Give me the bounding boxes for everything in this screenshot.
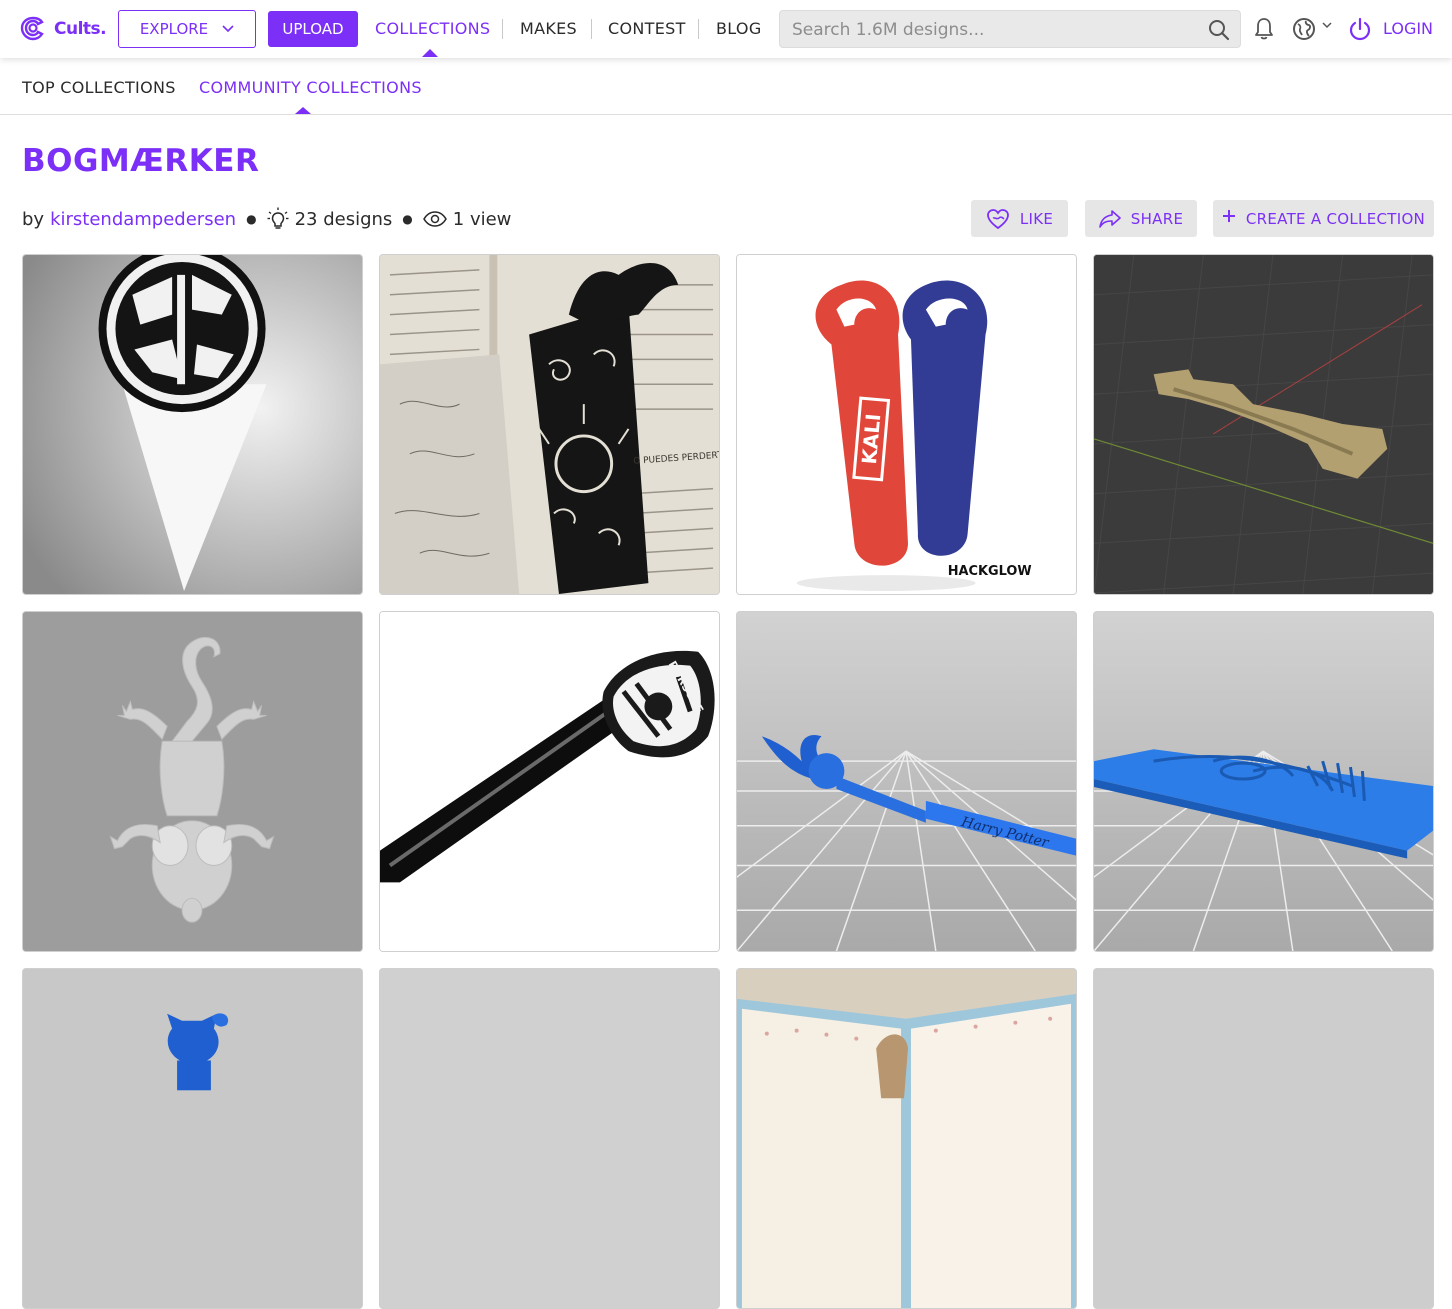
design-thumbnail xyxy=(380,969,719,1308)
design-thumbnail xyxy=(23,612,362,951)
like-button[interactable]: LIKE xyxy=(971,200,1068,237)
share-label: SHARE xyxy=(1130,209,1184,228)
like-label: LIKE xyxy=(1019,209,1054,228)
cults-logo[interactable]: Cults. xyxy=(18,15,107,43)
upload-button[interactable]: UPLOAD xyxy=(268,11,358,47)
share-button[interactable]: SHARE xyxy=(1085,200,1197,237)
search-input[interactable] xyxy=(792,18,1192,42)
design-card-lizard[interactable] xyxy=(22,611,363,952)
collections-subnav: TOP COLLECTIONS COMMUNITY COLLECTIONS xyxy=(0,58,1452,115)
nav-divider xyxy=(591,19,592,39)
design-thumbnail xyxy=(1094,255,1433,594)
chevron-down-icon xyxy=(222,25,234,33)
kali-text: KALI xyxy=(858,413,885,466)
design-thumbnail xyxy=(737,969,1076,1308)
explore-button[interactable]: EXPLORE xyxy=(118,10,256,48)
design-card-chess[interactable] xyxy=(1093,254,1434,595)
lightbulb-icon xyxy=(267,207,289,231)
login-link[interactable]: LOGIN xyxy=(1383,19,1433,38)
design-card-kali[interactable]: KALI HACKGLOW xyxy=(736,254,1077,595)
separator-dot: ● xyxy=(402,212,413,226)
bell-icon[interactable] xyxy=(1253,17,1275,41)
separator-dot: ● xyxy=(246,212,257,226)
design-card-book-page[interactable] xyxy=(736,968,1077,1309)
create-collection-label: CREATE A COLLECTION xyxy=(1245,209,1426,228)
tab-community-collections[interactable]: COMMUNITY COLLECTIONS xyxy=(199,78,422,97)
design-thumbnail: O PUEDES PERDERTE xyxy=(380,255,719,594)
power-icon[interactable] xyxy=(1349,17,1371,41)
tab-top-collections[interactable]: TOP COLLECTIONS xyxy=(22,78,176,97)
eye-icon xyxy=(422,211,447,227)
nav-makes[interactable]: MAKES xyxy=(520,19,577,38)
design-thumbnail xyxy=(23,255,362,594)
plus-icon xyxy=(1222,209,1235,222)
design-card-peacock[interactable] xyxy=(1093,611,1434,952)
explore-label: EXPLORE xyxy=(139,20,209,38)
brand-text: HACKGLOW xyxy=(948,564,1032,579)
nav-contest[interactable]: CONTEST xyxy=(608,19,686,38)
page-title: BOGMÆRKER xyxy=(22,143,260,179)
designs-count: 23 designs xyxy=(294,208,393,230)
subnav-active-indicator xyxy=(295,107,311,114)
logo-text: Cults. xyxy=(54,19,107,39)
heart-icon xyxy=(986,208,1009,229)
design-thumbnail: PORSCHE xyxy=(380,612,719,951)
top-header: Cults. EXPLORE UPLOAD COLLECTIONS MAKES … xyxy=(0,0,1452,58)
design-card-emblem[interactable] xyxy=(22,254,363,595)
nav-active-indicator xyxy=(422,49,438,57)
design-card-plain-render[interactable] xyxy=(1093,968,1434,1309)
create-collection-button[interactable]: CREATE A COLLECTION xyxy=(1213,200,1434,237)
globe-icon[interactable] xyxy=(1292,17,1316,41)
design-thumbnail: Harry Potter xyxy=(737,612,1076,951)
share-icon xyxy=(1098,209,1121,228)
nav-divider xyxy=(502,19,503,39)
search-icon[interactable] xyxy=(1208,19,1230,41)
chevron-down-icon[interactable] xyxy=(1322,22,1332,29)
author-link[interactable]: kirstendampedersen xyxy=(50,209,236,230)
design-card-wand[interactable]: Harry Potter xyxy=(736,611,1077,952)
design-card-porsche[interactable]: PORSCHE xyxy=(379,611,720,952)
nav-blog[interactable]: BLOG xyxy=(716,19,762,38)
design-card-dragon-book[interactable]: O PUEDES PERDERTE xyxy=(379,254,720,595)
view-count: 1 view xyxy=(452,208,512,230)
nav-divider xyxy=(698,19,699,39)
design-card-hello-kitty[interactable] xyxy=(22,968,363,1309)
design-thumbnail xyxy=(1094,969,1433,1308)
design-thumbnail xyxy=(1094,612,1433,951)
design-thumbnail: KALI HACKGLOW xyxy=(737,255,1076,594)
design-thumbnail xyxy=(23,969,362,1308)
search-bar xyxy=(779,10,1241,48)
cults-logo-icon xyxy=(20,16,44,41)
collection-meta: by kirstendampedersen ● 23 designs ● 1 v… xyxy=(22,207,511,231)
design-card-grey-render[interactable] xyxy=(379,968,720,1309)
by-label: by xyxy=(22,208,45,230)
nav-collections[interactable]: COLLECTIONS xyxy=(375,19,490,38)
